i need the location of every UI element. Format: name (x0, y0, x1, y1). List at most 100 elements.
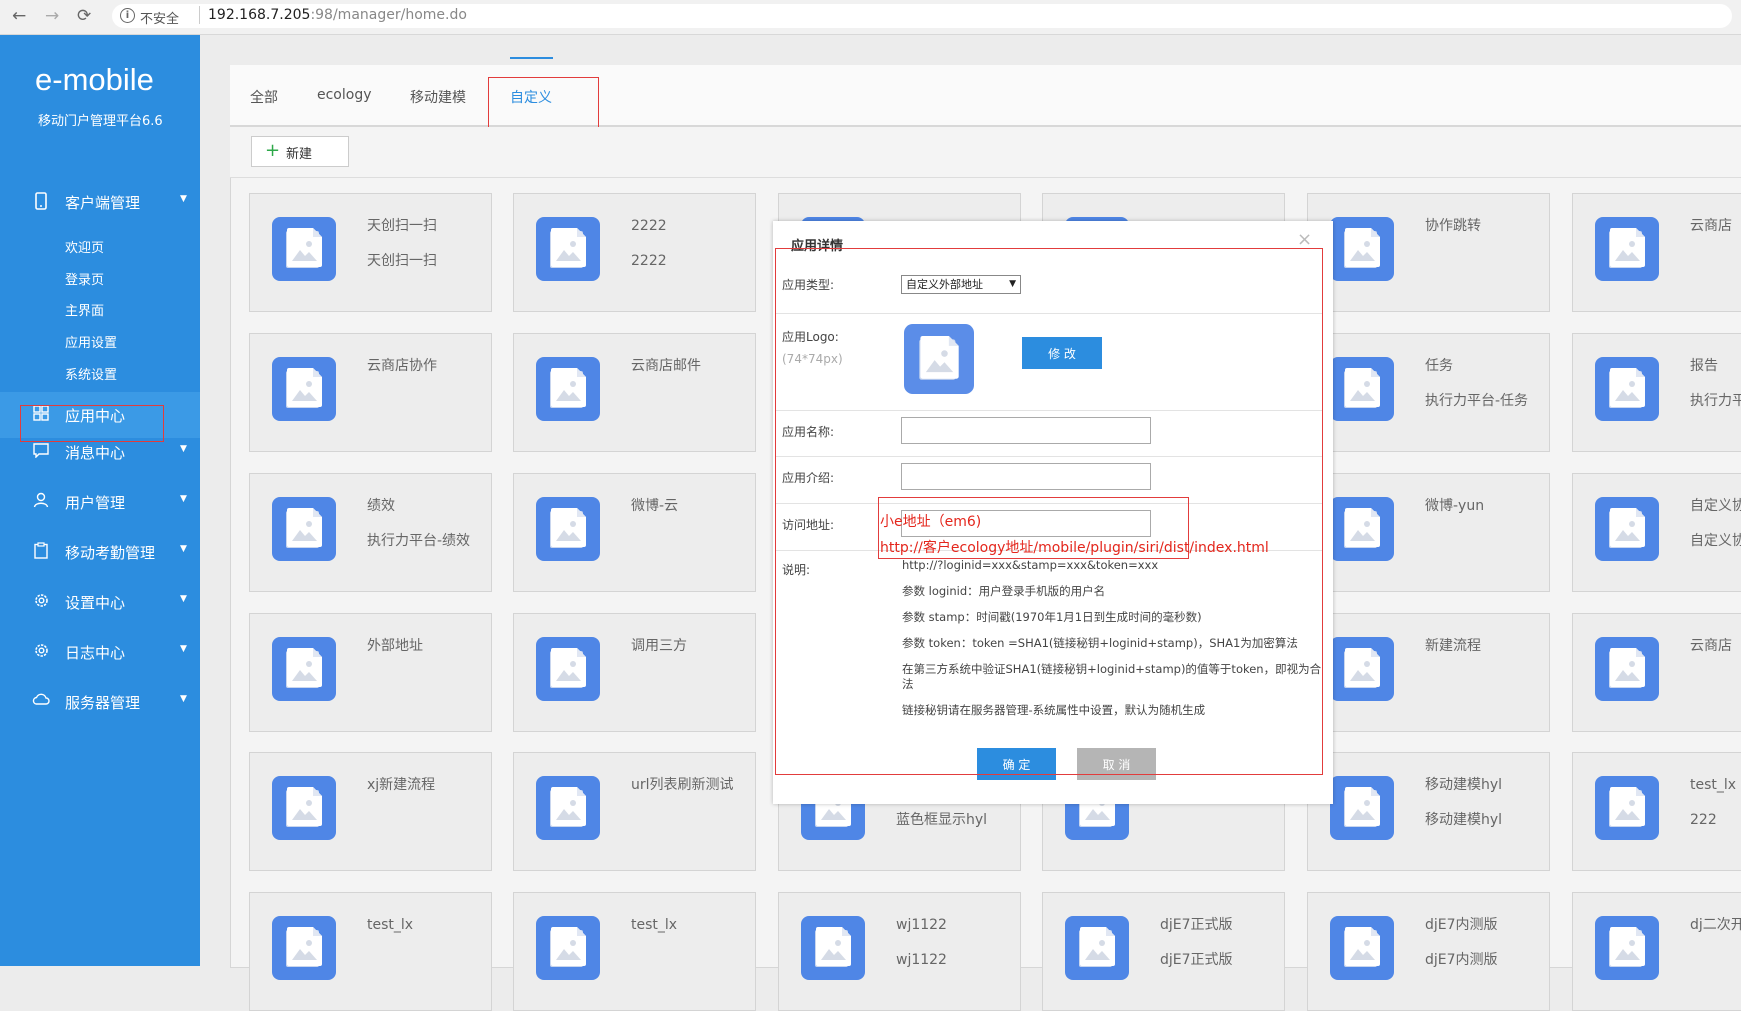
app-image-icon (1330, 776, 1394, 840)
app-card[interactable]: 微博-云 (513, 473, 756, 592)
app-card-title: djE7正式版 (1160, 917, 1233, 933)
app-card-title: 移动建模hyl (1425, 777, 1503, 793)
app-card[interactable]: test_lx (249, 892, 492, 1011)
brand-subtitle: 移动门户管理平台6.6 (38, 114, 163, 129)
app-card-title: 微博-yun (1425, 498, 1485, 514)
caret-down-icon: ▼ (180, 594, 187, 604)
info-icon[interactable]: i (120, 8, 135, 23)
app-card-title: test_lx (631, 917, 678, 933)
reload-icon[interactable]: ⟳ (77, 6, 91, 26)
sub-item-app-settings[interactable]: 应用设置 (65, 332, 117, 351)
active-tab-indicator (510, 57, 553, 59)
app-card[interactable]: 协作跳转 (1307, 193, 1550, 312)
menu-label: 日志中心 (65, 644, 126, 662)
app-image-icon (1595, 916, 1659, 980)
app-card[interactable]: 2222 2222 (513, 193, 756, 312)
sub-item-system-settings[interactable]: 系统设置 (65, 364, 117, 383)
tab-all[interactable]: 全部 (250, 87, 278, 107)
close-icon[interactable]: × (1297, 229, 1312, 250)
app-card-subtitle: djE7内测版 (1425, 952, 1498, 968)
app-card[interactable]: 微博-yun (1307, 473, 1550, 592)
confirm-button[interactable]: 确 定 (977, 748, 1056, 780)
menu-label: 用户管理 (65, 494, 126, 512)
menu-log-center[interactable]: 日志中心 ▼ (0, 631, 200, 673)
app-card[interactable]: 云商店协作 (249, 333, 492, 452)
menu-attendance[interactable]: 移动考勤管理 ▼ (0, 531, 200, 573)
app-card-title: 协作跳转 (1425, 218, 1481, 234)
app-card[interactable]: 外部地址 (249, 613, 492, 732)
app-intro-input[interactable] (901, 463, 1151, 490)
desc-line: 在第三方系统中验证SHA1(链接秘钥+loginid+stamp)的值等于tok… (902, 662, 1322, 691)
user-icon (32, 492, 50, 510)
app-card[interactable]: 调用三方 (513, 613, 756, 732)
cancel-button[interactable]: 取 消 (1077, 748, 1156, 780)
annotation-text: http://客户ecology地址/mobile/plugin/siri/di… (880, 540, 1269, 556)
app-card[interactable]: dj二次开发本 (1572, 892, 1741, 1011)
menu-user-management[interactable]: 用户管理 ▼ (0, 481, 200, 523)
app-card[interactable]: 报告执行力平台-报告 (1572, 333, 1741, 452)
app-card[interactable]: test_lx (513, 892, 756, 1011)
tab-mobile-modeling[interactable]: 移动建模 (410, 87, 466, 107)
app-name-input[interactable] (901, 417, 1151, 444)
app-card-title: 新建流程 (1425, 638, 1481, 654)
app-card[interactable]: 云商店邮件 (513, 333, 756, 452)
caret-down-icon: ▼ (180, 444, 187, 454)
app-card-subtitle: djE7正式版 (1160, 952, 1233, 968)
address-bar[interactable]: i 不安全 192.168.7.205:98/manager/home.do (112, 4, 1732, 28)
menu-label: 客户端管理 (65, 194, 141, 212)
app-image-icon (536, 776, 600, 840)
security-label: 不安全 (140, 12, 180, 27)
menu-client-management[interactable]: 客户端管理 ▼ (0, 181, 200, 223)
app-type-select[interactable]: 自定义外部地址 ▼ (901, 275, 1021, 294)
app-card[interactable]: 新建流程 (1307, 613, 1550, 732)
sub-item-main[interactable]: 主界面 (65, 300, 104, 319)
app-card[interactable]: 云商店 (1572, 613, 1741, 732)
app-image-icon (272, 357, 336, 421)
app-image-icon (536, 916, 600, 980)
app-card-title: 外部地址 (367, 638, 423, 654)
tab-ecology[interactable]: ecology (317, 87, 372, 103)
app-card[interactable]: xj新建流程 (249, 752, 492, 871)
app-image-icon (272, 916, 336, 980)
app-card[interactable]: djE7正式版 djE7正式版 (1042, 892, 1285, 1011)
app-card[interactable]: wj1122 wj1122 (778, 892, 1021, 1011)
plus-icon: + (265, 140, 281, 161)
app-card[interactable]: 天创扫一扫 天创扫一扫 (249, 193, 492, 312)
access-url-label: 访问地址: (782, 518, 835, 532)
app-card-title: 天创扫一扫 (367, 218, 437, 234)
app-card[interactable]: 绩效 执行力平台-绩效 (249, 473, 492, 592)
new-button[interactable]: + 新建 (251, 136, 349, 167)
app-card[interactable]: url列表刷新测试 (513, 752, 756, 871)
edit-logo-button[interactable]: 修 改 (1022, 337, 1102, 369)
app-card-subtitle: 执行力平台-任务 (1425, 393, 1529, 409)
app-image-icon (272, 637, 336, 701)
app-card[interactable]: 云商店 (1572, 193, 1741, 312)
app-image-icon (536, 497, 600, 561)
message-icon (32, 442, 50, 460)
app-card[interactable]: djE7内测版 djE7内测版 (1307, 892, 1550, 1011)
sub-item-login[interactable]: 登录页 (65, 269, 104, 288)
browser-toolbar: ← → ⟳ i 不安全 192.168.7.205:98/manager/hom… (0, 0, 1741, 35)
divider (775, 410, 1323, 411)
app-card-title: djE7内测版 (1425, 917, 1498, 933)
back-icon[interactable]: ← (12, 6, 26, 26)
sub-item-welcome[interactable]: 欢迎页 (65, 237, 104, 256)
desc-line: 参数 stamp：时间戳(1970年1月1日到生成时间的毫秒数) (902, 610, 1202, 624)
app-card[interactable]: test_lx 222 (1572, 752, 1741, 871)
app-card[interactable]: 移动建模hyl 移动建模hyl (1307, 752, 1550, 871)
menu-server-management[interactable]: 服务器管理 ▼ (0, 681, 200, 723)
app-image-icon (272, 217, 336, 281)
caret-down-icon: ▼ (180, 644, 187, 654)
app-card[interactable]: 自定义协议自定义协议 (1572, 473, 1741, 592)
app-card-title: xj新建流程 (367, 777, 436, 793)
app-image-icon (536, 217, 600, 281)
annotation-text: 小e地址（em6) (880, 514, 982, 530)
menu-settings-center[interactable]: 设置中心 ▼ (0, 581, 200, 623)
divider (775, 456, 1323, 457)
app-image-icon (272, 776, 336, 840)
app-card[interactable]: 任务 执行力平台-任务 (1307, 333, 1550, 452)
dialog-title: 应用详情 (791, 239, 844, 254)
forward-icon[interactable]: → (45, 6, 59, 26)
tab-bar: 全部 ecology 移动建模 自定义 (230, 65, 1741, 127)
caret-down-icon: ▼ (180, 494, 187, 504)
